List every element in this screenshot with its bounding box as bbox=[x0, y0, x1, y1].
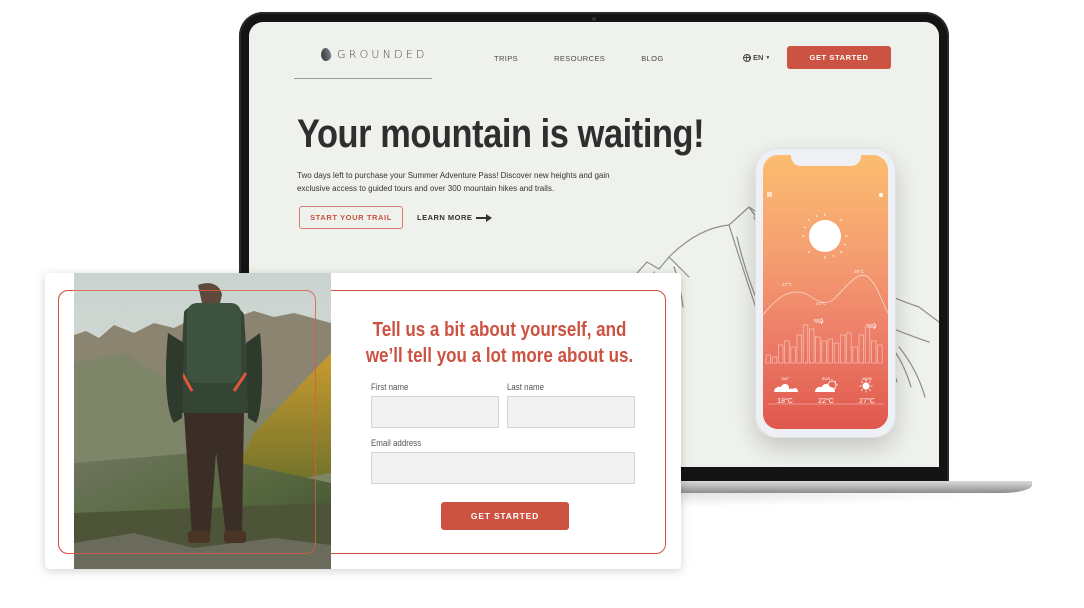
wind-bar bbox=[809, 328, 815, 364]
logo-divider bbox=[294, 78, 432, 79]
wind-bar bbox=[784, 340, 790, 364]
wind-bar bbox=[771, 356, 778, 364]
first-name-input[interactable] bbox=[371, 396, 499, 428]
wind-bar bbox=[840, 334, 846, 364]
learn-more-label: LEARN MORE bbox=[417, 213, 473, 222]
wind-bar bbox=[790, 346, 796, 364]
cloud-icon bbox=[774, 384, 798, 392]
hero-title: Your mountain is waiting! bbox=[297, 112, 705, 156]
caret-down-icon: ▼ bbox=[765, 54, 771, 61]
wind-bar bbox=[846, 332, 852, 364]
nav-link-trips[interactable]: TRIPS bbox=[494, 54, 518, 63]
wind-bar bbox=[858, 334, 864, 364]
wind-bar bbox=[821, 340, 827, 364]
globe-icon bbox=[743, 53, 751, 62]
wind-bar bbox=[765, 354, 771, 364]
curve-label: 27°C bbox=[782, 282, 793, 287]
first-name-label: First name bbox=[371, 382, 409, 392]
wind-bar bbox=[802, 324, 809, 364]
wind-bar bbox=[815, 336, 821, 364]
brand-name: GROUNDED bbox=[337, 48, 428, 61]
forecast-temp-sat: 18°C bbox=[777, 398, 793, 405]
form-heading: Tell us a bit about yourself, and we’ll … bbox=[366, 317, 634, 369]
learn-more-link[interactable]: LEARN MORE bbox=[417, 213, 493, 222]
start-your-trail-button[interactable]: START YOUR TRAIL bbox=[299, 206, 403, 229]
partly-sunny-icon bbox=[815, 379, 838, 392]
email-input[interactable] bbox=[371, 452, 635, 484]
laptop-camera bbox=[592, 17, 596, 21]
wind-bar bbox=[864, 326, 871, 364]
form-heading-line1: Tell us a bit about yourself, and bbox=[372, 319, 627, 341]
sun-large-icon bbox=[802, 213, 848, 259]
wind-bar bbox=[778, 344, 784, 364]
sun-small-icon bbox=[859, 379, 873, 393]
forecast-temp-sun: 22°C bbox=[818, 398, 834, 405]
wind-bar bbox=[871, 340, 877, 364]
main-nav: TRIPS RESOURCES BLOG bbox=[494, 54, 664, 63]
phone-mockup: 27°C 24°C 29°C SAT SUN MON 18°C 22°C 27°… bbox=[755, 148, 896, 438]
nav-link-blog[interactable]: BLOG bbox=[641, 54, 663, 63]
wind-icon bbox=[813, 317, 824, 325]
wind-bar bbox=[877, 344, 883, 364]
nav-link-resources[interactable]: RESOURCES bbox=[554, 54, 605, 63]
form-heading-line2: we’ll tell you a lot more about us. bbox=[365, 345, 634, 367]
wind-bar bbox=[796, 334, 802, 364]
language-selector[interactable]: EN ▼ bbox=[743, 53, 770, 62]
curve-label: 24°C bbox=[816, 301, 827, 306]
wind-bar bbox=[852, 346, 858, 364]
hero-description: Two days left to purchase your Summer Ad… bbox=[297, 171, 610, 193]
curve-label: 29°C bbox=[854, 269, 865, 274]
forecast-temp-mon: 27°C bbox=[859, 398, 875, 405]
signup-card: Tell us a bit about yourself, and we’ll … bbox=[45, 273, 681, 569]
arrow-right-icon bbox=[476, 213, 493, 222]
email-label: Email address bbox=[371, 438, 422, 448]
photo-accent-frame bbox=[58, 290, 316, 554]
wind-bar bbox=[827, 338, 833, 364]
weather-app-screen: 27°C 24°C 29°C SAT SUN MON 18°C 22°C 27°… bbox=[763, 155, 888, 429]
wind-bar bbox=[833, 342, 840, 364]
wind-icon bbox=[866, 322, 877, 330]
last-name-input[interactable] bbox=[507, 396, 635, 428]
site-logo[interactable]: GROUNDED bbox=[319, 47, 428, 62]
language-code: EN bbox=[753, 53, 764, 62]
last-name-label: Last name bbox=[507, 382, 544, 392]
leaf-logo-icon bbox=[319, 47, 333, 62]
nav-get-started-button[interactable]: GET STARTED bbox=[787, 46, 891, 69]
wind-bar-chart bbox=[765, 317, 883, 364]
form-get-started-button[interactable]: GET STARTED bbox=[441, 502, 569, 530]
